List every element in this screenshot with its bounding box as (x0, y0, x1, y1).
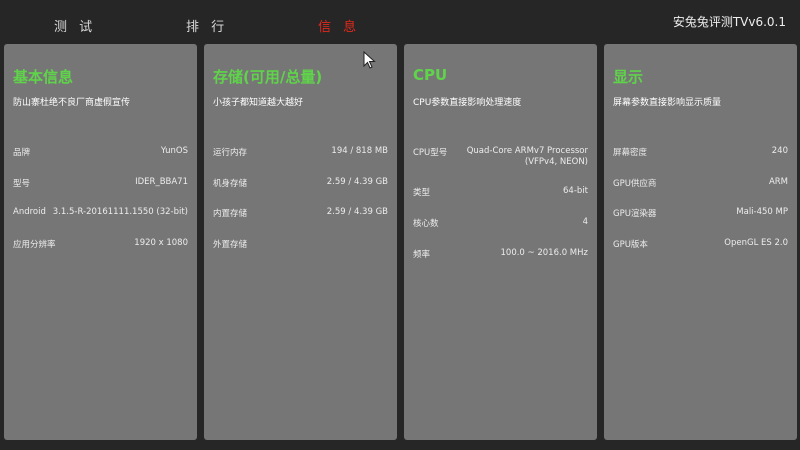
tab-ranking[interactable]: 排 行 (186, 16, 228, 35)
card-title: 存储(可用/总量) (213, 68, 323, 86)
row-key: GPU版本 (613, 240, 648, 250)
row-value: IDER_BBA71 (135, 177, 188, 187)
row-key: 机身存储 (213, 179, 248, 189)
row-key: GPU渲染器 (613, 209, 657, 219)
row-value: 194 / 818 MB (331, 146, 388, 156)
mouse-pointer-icon (363, 51, 376, 69)
row-value: YunOS (160, 146, 188, 156)
row-value: ARM (768, 177, 788, 187)
row-value: Mali-450 MP (736, 207, 788, 217)
row-key: Android (13, 207, 46, 217)
row-value: 2.59 / 4.39 GB (326, 207, 388, 217)
card-basic-info: 基本信息 防山寨杜绝不良厂商虚假宣传 品牌 YunOS 型号 IDER_BBA7… (4, 44, 197, 440)
card-title: CPU (413, 66, 448, 84)
row-key: 外置存储 (213, 240, 248, 250)
card-cpu: CPU CPU参数直接影响处理速度 CPU型号 Quad-Core ARMv7 … (404, 44, 597, 440)
row-value: 100.0 ~ 2016.0 MHz (500, 248, 589, 258)
tab-test[interactable]: 测 试 (54, 16, 96, 35)
row-key: 屏幕密度 (613, 148, 648, 158)
row-value: 240 (771, 146, 788, 156)
card-display: 显示 屏幕参数直接影响显示质量 屏幕密度 240 GPU供应商 ARM GPU渲… (604, 44, 797, 440)
row-value: OpenGL ES 2.0 (724, 238, 788, 248)
row-value: 2.59 / 4.39 GB (326, 177, 388, 187)
row-value: 64-bit (563, 186, 588, 196)
card-subtitle: 防山寨杜绝不良厂商虚假宣传 (13, 98, 131, 108)
card-subtitle: 屏幕参数直接影响显示质量 (613, 98, 722, 108)
card-title: 显示 (613, 68, 644, 86)
row-key: 类型 (413, 188, 431, 198)
top-bar: 测 试 排 行 信 息 安兔兔评测TVv6.0.1 (0, 0, 800, 42)
tab-info[interactable]: 信 息 (318, 16, 360, 35)
row-key: CPU型号 (413, 148, 448, 158)
card-subtitle: CPU参数直接影响处理速度 (413, 98, 522, 108)
row-value: 1920 x 1080 (134, 238, 188, 248)
row-key: 内置存储 (213, 209, 248, 219)
row-key: 频率 (413, 250, 431, 260)
card-subtitle: 小孩子都知道越大越好 (213, 98, 304, 108)
row-value: 4 (582, 217, 588, 227)
row-key: 型号 (13, 179, 31, 189)
card-title: 基本信息 (13, 68, 74, 86)
row-value: Quad-Core ARMv7 Processor (VFPv4, NEON) (466, 146, 588, 167)
row-key: 运行内存 (213, 148, 248, 158)
row-key: 应用分辨率 (13, 240, 56, 250)
card-storage: 存储(可用/总量) 小孩子都知道越大越好 运行内存 194 / 818 MB 机… (204, 44, 397, 440)
row-key: 核心数 (413, 219, 439, 229)
app-title: 安兔兔评测TVv6.0.1 (672, 15, 786, 29)
row-key: 品牌 (13, 148, 31, 158)
row-key: GPU供应商 (613, 179, 657, 189)
row-value: 3.1.5-R-20161111.1550 (32-bit) (52, 207, 188, 217)
